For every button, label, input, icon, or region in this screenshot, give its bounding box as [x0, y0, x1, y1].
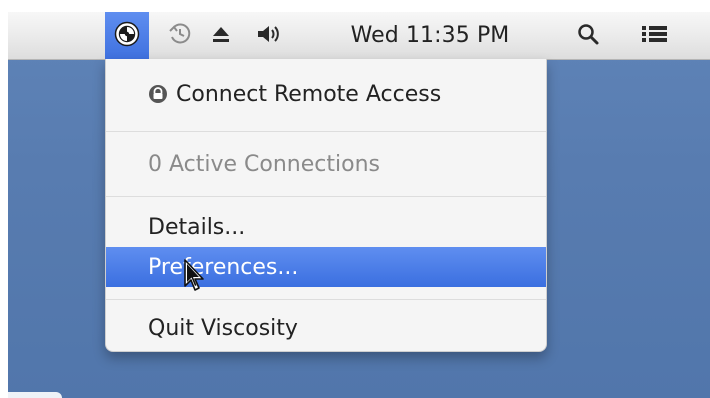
menu-bar: Wed 11:35 PM [8, 12, 710, 60]
search-icon [576, 22, 600, 50]
connect-remote-access-label: Connect Remote Access [176, 81, 442, 107]
time-machine-icon [167, 21, 193, 51]
spotlight-button[interactable] [568, 12, 608, 59]
menu-separator [106, 299, 546, 300]
time-machine-menu-extra[interactable] [159, 12, 201, 59]
notification-center-button[interactable] [633, 12, 677, 59]
eject-menu-extra[interactable] [204, 12, 238, 59]
volume-icon [255, 22, 283, 50]
screen: Wed 11:35 PM Connect Remote Access 0 Act… [8, 12, 710, 398]
volume-menu-extra[interactable] [246, 12, 292, 59]
viscosity-icon [114, 21, 140, 51]
menu-clock[interactable]: Wed 11:35 PM [303, 12, 557, 59]
quit-viscosity-menu-item[interactable]: Quit Viscosity [106, 307, 546, 349]
active-connections-status: 0 Active Connections [106, 143, 546, 185]
eject-icon [209, 22, 233, 50]
menu-separator [106, 131, 546, 132]
connect-remote-access-menu-item[interactable]: Connect Remote Access [106, 73, 546, 115]
details-menu-item[interactable]: Details... [106, 207, 546, 247]
quit-viscosity-label: Quit Viscosity [148, 315, 298, 341]
list-icon [640, 22, 670, 50]
preferences-menu-item[interactable]: Preferences... [106, 247, 546, 287]
active-connections-label: 0 Active Connections [148, 151, 380, 177]
details-label: Details... [148, 214, 246, 240]
clock-text: Wed 11:35 PM [350, 23, 510, 48]
lock-icon [148, 84, 168, 104]
menu-separator [106, 196, 546, 197]
viscosity-dropdown-menu: Connect Remote Access 0 Active Connectio… [105, 59, 547, 352]
desktop-item [8, 392, 62, 398]
viscosity-menu-extra[interactable] [105, 12, 149, 59]
preferences-label: Preferences... [148, 254, 299, 280]
